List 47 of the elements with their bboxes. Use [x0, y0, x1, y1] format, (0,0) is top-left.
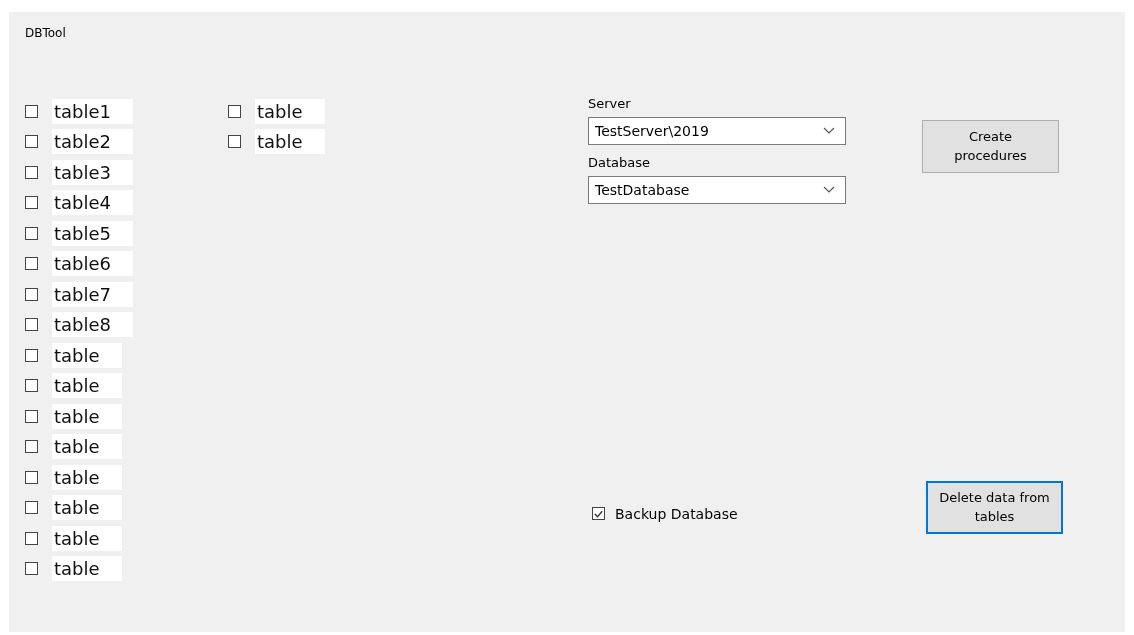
- server-dropdown[interactable]: TestServer\2019: [588, 117, 846, 145]
- table-label: table: [255, 98, 325, 124]
- chevron-down-icon: [823, 127, 835, 135]
- checkbox[interactable]: [25, 165, 38, 179]
- checkbox[interactable]: [25, 531, 38, 545]
- table-label: table1: [52, 98, 134, 124]
- checkbox[interactable]: [592, 507, 605, 520]
- table-label: table2: [52, 129, 134, 155]
- table-label: table: [52, 525, 122, 551]
- checkbox[interactable]: [25, 348, 38, 362]
- checkbox[interactable]: [228, 135, 241, 149]
- table-label: table: [52, 495, 122, 521]
- checkbox[interactable]: [25, 379, 38, 393]
- window-title: DBTool: [25, 26, 67, 42]
- checkbox[interactable]: [25, 257, 38, 271]
- database-label: Database: [588, 155, 652, 170]
- table-label: table4: [52, 190, 134, 216]
- chevron-down-icon: [823, 186, 835, 194]
- table-label: table: [52, 403, 122, 429]
- table-label: table: [52, 556, 122, 582]
- checkbox[interactable]: [25, 470, 38, 484]
- checkbox[interactable]: [228, 104, 241, 118]
- checkbox[interactable]: [25, 318, 38, 332]
- table-label: table6: [52, 251, 134, 277]
- table-label: table: [52, 434, 122, 460]
- checkbox[interactable]: [25, 409, 38, 423]
- delete-data-button[interactable]: Delete data from tables: [926, 481, 1063, 534]
- table-label: table3: [52, 159, 134, 185]
- backup-label: Backup Database: [615, 505, 738, 522]
- checkbox[interactable]: [25, 135, 38, 149]
- database-dropdown[interactable]: TestDatabase: [588, 176, 846, 204]
- checkbox[interactable]: [25, 196, 38, 210]
- table-label: table: [255, 129, 325, 155]
- checkbox[interactable]: [25, 226, 38, 240]
- table-label: table: [52, 464, 122, 490]
- checkbox[interactable]: [25, 287, 38, 301]
- checkbox[interactable]: [25, 440, 38, 454]
- table-label: table8: [52, 312, 134, 338]
- table-label: table: [52, 342, 122, 368]
- table-label: table7: [52, 281, 134, 307]
- checkbox[interactable]: [25, 104, 38, 118]
- checkbox[interactable]: [25, 562, 38, 576]
- server-label: Server: [588, 96, 632, 111]
- checkbox[interactable]: [25, 501, 38, 515]
- table-label: table5: [52, 220, 134, 246]
- create-procedures-button[interactable]: Create procedures: [922, 120, 1059, 173]
- table-label: table: [52, 373, 122, 399]
